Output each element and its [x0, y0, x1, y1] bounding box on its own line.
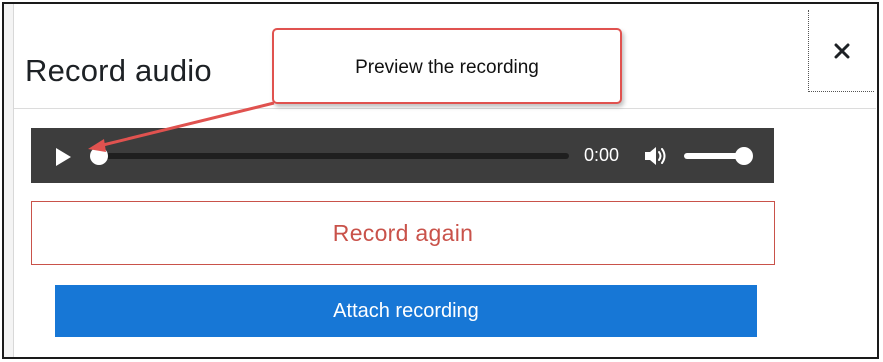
progress-slider[interactable] [90, 147, 569, 165]
callout-text: Preview the recording [355, 57, 539, 78]
background-edge [4, 4, 14, 357]
progress-track [99, 153, 569, 159]
play-icon [56, 148, 71, 166]
close-button[interactable] [808, 10, 874, 92]
dialog-title: Record audio [25, 53, 212, 88]
annotation-callout: Preview the recording [272, 28, 622, 104]
mute-button[interactable] [642, 144, 668, 168]
volume-slider[interactable] [684, 147, 753, 165]
audio-player: 0:00 [31, 128, 774, 183]
current-time: 0:00 [584, 145, 620, 165]
progress-thumb[interactable] [90, 147, 108, 165]
record-again-button[interactable]: Record again [31, 201, 775, 265]
volume-icon [645, 147, 666, 165]
play-button[interactable] [53, 147, 73, 167]
close-icon [834, 43, 849, 58]
volume-thumb[interactable] [735, 147, 753, 165]
attach-recording-button[interactable]: Attach recording [55, 285, 757, 337]
screenshot-frame: Record audio 0:00 Record again Attach re… [0, 0, 883, 362]
